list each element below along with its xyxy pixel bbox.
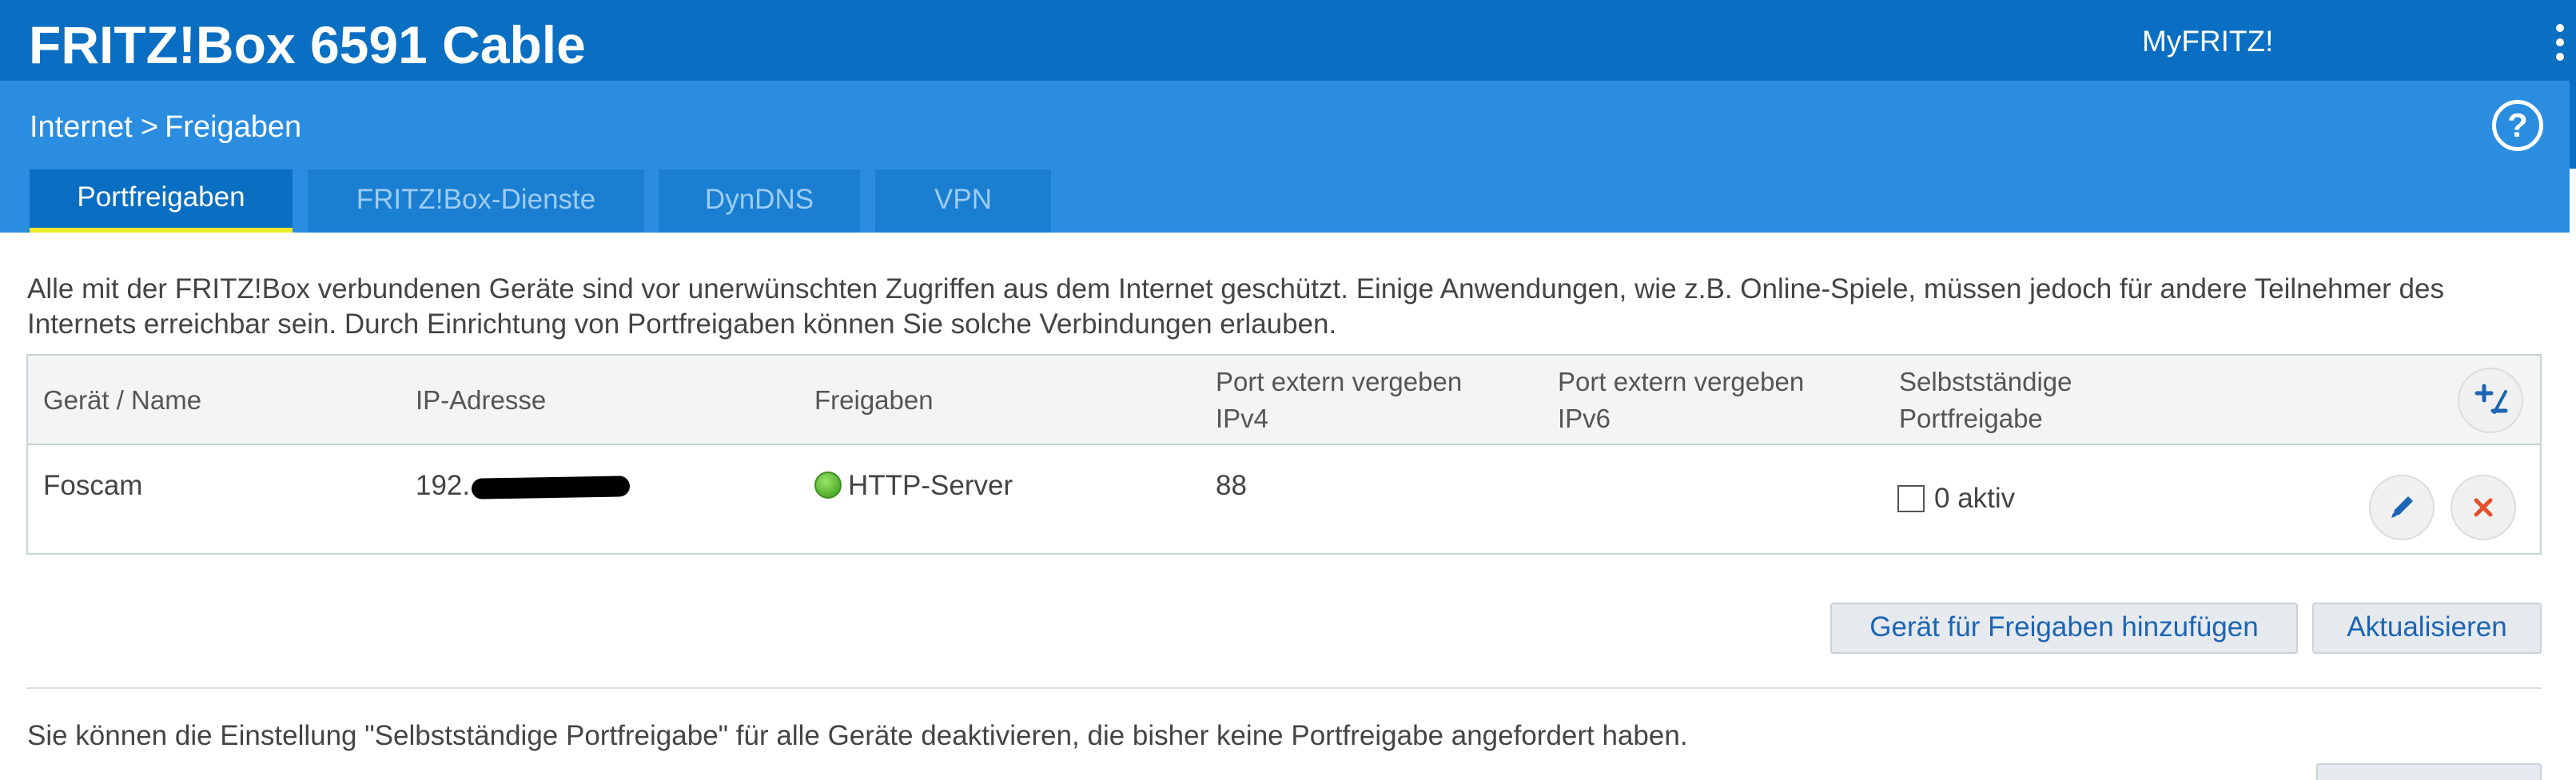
selbststaendig-cell: 0 aktiv bbox=[1897, 481, 2015, 516]
vertical-dots-icon[interactable] bbox=[2556, 24, 2566, 61]
ip-address: 192. bbox=[416, 468, 631, 503]
redaction-mark bbox=[471, 476, 631, 499]
column-header-selbststaendig: Selbstständige Portfreigabe bbox=[1899, 367, 2072, 433]
tab-vpn[interactable]: VPN bbox=[875, 169, 1051, 233]
intro-text: Alle mit der FRITZ!Box verbundenen Gerät… bbox=[27, 273, 2444, 340]
chevron-right-icon: > bbox=[140, 110, 159, 144]
breadcrumb: Internet > Freigaben bbox=[30, 109, 301, 145]
breadcrumb-current: Freigaben bbox=[165, 110, 302, 144]
pencil-icon[interactable] bbox=[2369, 475, 2435, 540]
tab-dyndns[interactable]: DynDNS bbox=[659, 169, 860, 233]
column-header-freigaben: Freigaben bbox=[814, 385, 934, 415]
note-text: Sie können die Einstellung "Selbstständi… bbox=[27, 720, 1688, 751]
breadcrumb-parent[interactable]: Internet bbox=[30, 110, 133, 144]
column-header-port-ipv6: Port extern vergeben IPv6 bbox=[1558, 367, 1805, 433]
port-ipv4: 88 bbox=[1216, 470, 1247, 501]
product-title: FRITZ!Box 6591 Cable bbox=[29, 15, 586, 74]
device-name: Foscam bbox=[43, 470, 143, 501]
add-device-button[interactable]: Gerät für Freigaben hinzufügen bbox=[1830, 603, 2298, 654]
table-header: Gerät / Name IP-Adresse Freigaben Port e… bbox=[28, 356, 2540, 445]
close-icon[interactable] bbox=[2451, 475, 2516, 540]
sub-header: Internet > Freigaben ? Portfreigaben FRITZ… bbox=[0, 81, 2570, 233]
partial-button[interactable] bbox=[2316, 763, 2542, 780]
freigabe-label: HTTP-Server bbox=[848, 470, 1013, 501]
scrollbar-strip bbox=[2570, 81, 2576, 169]
selbststaendig-label: 0 aktiv bbox=[1934, 483, 2016, 514]
column-header-device: Gerät / Name bbox=[43, 385, 202, 415]
top-bar: FRITZ!Box 6591 Cable MyFRITZ! bbox=[0, 0, 2576, 81]
port-forwarding-table: Gerät / Name IP-Adresse Freigaben Port e… bbox=[26, 354, 2542, 555]
tab-portfreigaben[interactable]: Portfreigaben bbox=[30, 169, 293, 233]
selbststaendig-checkbox[interactable] bbox=[1897, 485, 1925, 512]
refresh-button[interactable]: Aktualisieren bbox=[2312, 603, 2542, 654]
tab-fritzbox-dienste[interactable]: FRITZ!Box-Dienste bbox=[308, 169, 644, 233]
question-circle-icon[interactable]: ? bbox=[2492, 100, 2543, 151]
plus-minus-icon[interactable] bbox=[2458, 368, 2523, 433]
divider bbox=[26, 687, 2542, 689]
freigabe-entry: HTTP-Server bbox=[814, 468, 1013, 503]
column-header-ip: IP-Adresse bbox=[416, 385, 547, 415]
column-header-port-ipv4: Port extern vergeben IPv4 bbox=[1216, 367, 1463, 433]
green-status-dot-icon bbox=[814, 472, 842, 499]
myfritz-link[interactable]: MyFRITZ! bbox=[2142, 24, 2273, 59]
